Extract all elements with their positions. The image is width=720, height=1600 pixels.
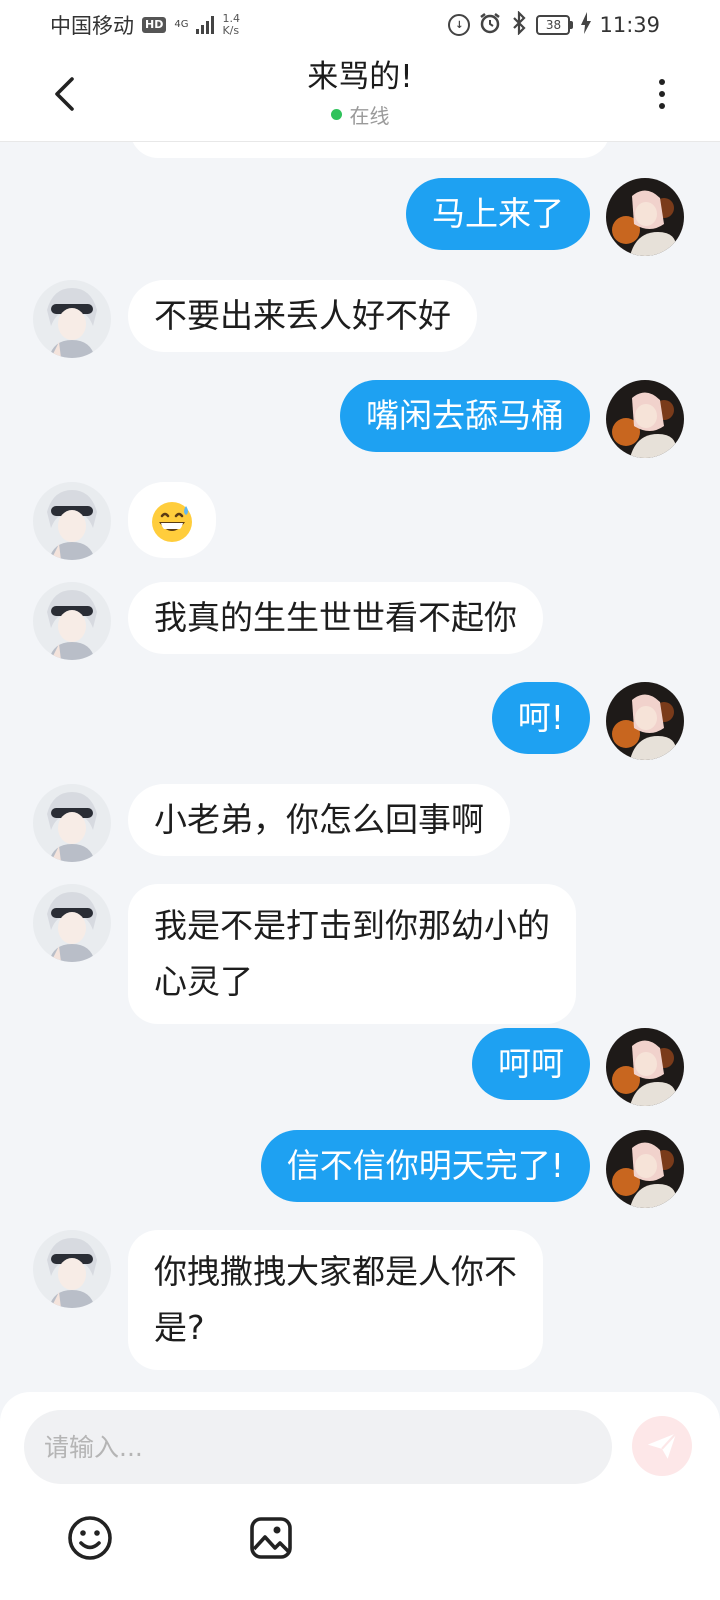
battery-icon: 38 [536, 15, 574, 35]
message-text: 不要出来丢人好不好 [154, 296, 451, 335]
status-right: ↓ 38 11:39 [448, 9, 660, 40]
my-avatar[interactable] [606, 178, 684, 256]
more-vertical-icon [659, 79, 665, 85]
online-dot-icon [330, 109, 342, 120]
data-saver-icon: ↓ [448, 14, 471, 36]
clock: 11:39 [599, 13, 660, 37]
hd-badge: HD [142, 17, 167, 33]
chat-title: 来骂的! [307, 59, 413, 95]
network-speed: 1.4 K/s [222, 13, 240, 37]
incoming-message-bubble[interactable] [128, 482, 216, 558]
message-input[interactable] [24, 1410, 612, 1484]
chat-header: 来骂的! 在线 [0, 50, 720, 142]
title-block: 来骂的! 在线 [0, 56, 720, 129]
signal-icon [196, 16, 215, 34]
contact-avatar[interactable] [33, 1230, 111, 1308]
my-avatar[interactable] [606, 380, 684, 458]
emoji-icon [68, 1516, 112, 1560]
previous-message-fragment [130, 142, 610, 158]
emoji-button[interactable] [62, 1510, 118, 1566]
my-avatar[interactable] [606, 1130, 684, 1208]
incoming-message-bubble[interactable]: 你拽撒拽大家都是人你不 是? [128, 1230, 543, 1370]
incoming-message-bubble[interactable]: 不要出来丢人好不好 [128, 280, 477, 352]
incoming-message-bubble[interactable]: 我真的生生世世看不起你 [128, 582, 543, 654]
message-text: 我真的生生世世看不起你 [154, 598, 517, 637]
send-icon [647, 1432, 677, 1459]
alarm-icon [478, 11, 502, 40]
message-text: 呵! [517, 698, 564, 737]
contact-avatar[interactable] [33, 582, 111, 660]
message-text: 你拽撒拽大家都是人你不 是? [154, 1252, 517, 1347]
bluetooth-icon [510, 9, 528, 40]
message-text: 马上来了 [432, 194, 564, 233]
message-text: 我是不是打击到你那幼小的 心灵了 [154, 906, 550, 1001]
status-bar: 中国移动 HD 4G 1.4 K/s ↓ 38 11:39 [0, 0, 720, 50]
message-text: 信不信你明天完了! [286, 1146, 564, 1185]
grinning-sweat-face-icon [152, 501, 192, 542]
presence-status: 在线 [330, 100, 390, 129]
outgoing-message-bubble[interactable]: 信不信你明天完了! [260, 1130, 590, 1202]
contact-avatar[interactable] [33, 784, 111, 862]
message-text: 嘴闲去舔马桶 [366, 396, 564, 435]
speed-unit: K/s [222, 24, 240, 37]
message-text: 呵呵 [498, 1044, 564, 1083]
presence-label: 在线 [349, 104, 390, 128]
composer [0, 1392, 720, 1600]
send-button[interactable] [632, 1416, 692, 1476]
incoming-message-bubble[interactable]: 我是不是打击到你那幼小的 心灵了 [128, 884, 576, 1024]
battery-level: 38 [536, 15, 571, 35]
status-left: 中国移动 HD 4G 1.4 K/s [50, 10, 240, 40]
outgoing-message-bubble[interactable]: 马上来了 [406, 178, 590, 250]
contact-avatar[interactable] [33, 280, 111, 358]
outgoing-message-bubble[interactable]: 呵! [491, 682, 590, 754]
carrier-name: 中国移动 [50, 14, 134, 38]
contact-avatar[interactable] [33, 482, 111, 560]
image-button[interactable] [243, 1510, 299, 1566]
outgoing-message-bubble[interactable]: 呵呵 [472, 1028, 590, 1100]
contact-avatar[interactable] [33, 884, 111, 962]
my-avatar[interactable] [606, 682, 684, 760]
more-options-button[interactable] [642, 72, 682, 116]
incoming-message-bubble[interactable]: 小老弟，你怎么回事啊 [128, 784, 510, 856]
image-icon [250, 1517, 292, 1559]
outgoing-message-bubble[interactable]: 嘴闲去舔马桶 [340, 380, 590, 452]
message-text: 小老弟，你怎么回事啊 [154, 800, 484, 839]
message-list[interactable]: 马上来了不要出来丢人好不好嘴闲去舔马桶我真的生生世世看不起你呵! 小老弟，你怎么回… [0, 142, 720, 1392]
my-avatar[interactable] [606, 1028, 684, 1106]
charging-icon [581, 11, 592, 39]
network-type: 4G [174, 19, 189, 30]
